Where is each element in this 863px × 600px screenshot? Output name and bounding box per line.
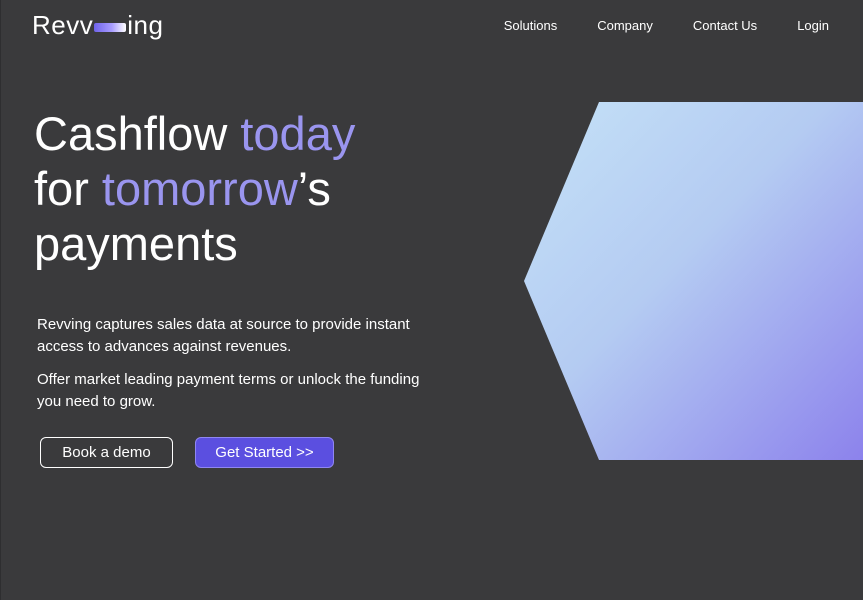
nav-link-company[interactable]: Company <box>597 18 653 34</box>
get-started-button[interactable]: Get Started >> <box>195 437 334 468</box>
headline-text-3: ’s <box>297 162 331 215</box>
headline-text-4: payments <box>34 217 238 270</box>
nav-link-contact-us[interactable]: Contact Us <box>693 18 757 34</box>
hexagon-shape <box>524 102 863 460</box>
headline-text-2: for <box>34 162 102 215</box>
hexagon-graphic <box>524 102 863 460</box>
nav-link-solutions[interactable]: Solutions <box>504 18 557 34</box>
nav-link-login[interactable]: Login <box>797 18 829 34</box>
main-nav: Solutions Company Contact Us Login <box>504 18 829 34</box>
hero-description-2: Offer market leading payment terms or un… <box>37 371 420 410</box>
headline-accent-tomorrow: tomorrow <box>101 162 298 215</box>
logo-text-suffix: ing <box>127 10 164 40</box>
book-demo-button[interactable]: Book a demo <box>40 437 173 468</box>
headline-text-1: Cashflow <box>34 107 241 160</box>
hero-description-1: Revving captures sales data at source to… <box>37 316 410 355</box>
logo-text-prefix: Revv <box>32 10 94 40</box>
hero-headline: Cashflow today for tomorrow’s payments <box>34 106 504 271</box>
revving-logo[interactable]: Revv ing <box>32 10 163 40</box>
headline-accent-today: today <box>240 107 356 160</box>
logo-gradient-bar <box>94 22 127 32</box>
landing-page: Revv ing Solutions Company Contact Us Log… <box>0 0 863 600</box>
